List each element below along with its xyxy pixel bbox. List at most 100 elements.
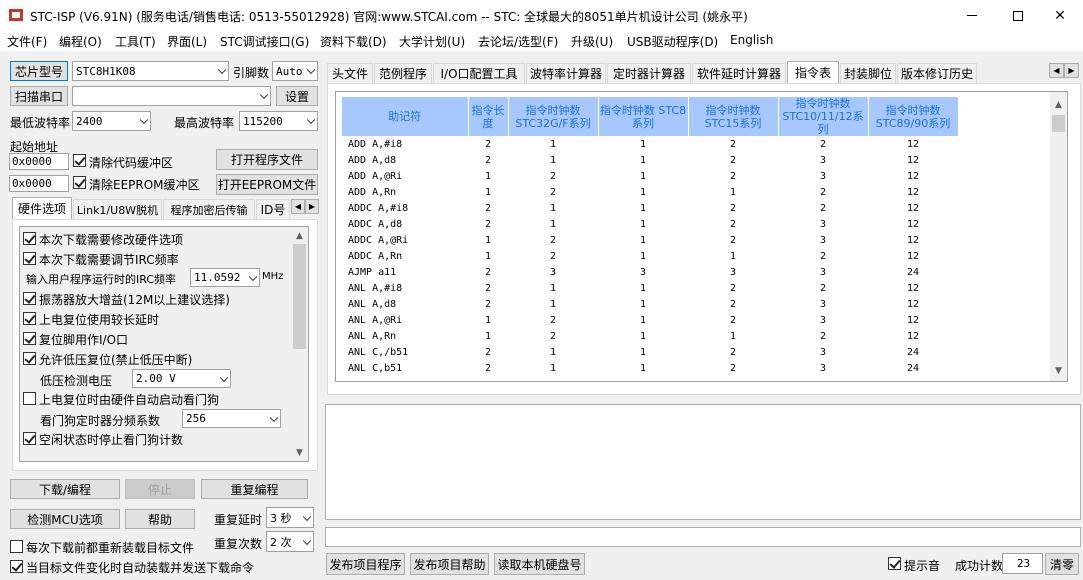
cycle-cell: 2	[819, 250, 827, 262]
chevron-up-icon[interactable]: ▲	[291, 227, 308, 244]
reload-before-download-checkbox[interactable]	[10, 540, 23, 553]
tab-delay-calc[interactable]: 软件延时计算器	[692, 63, 786, 83]
chip-model-button[interactable]: 芯片型号	[10, 61, 68, 81]
instruction-row[interactable]: ANL A,#i8 2 1 1 2 2 12	[342, 280, 958, 296]
chip-model-select[interactable]: STC8H1K08	[72, 61, 229, 81]
clear-code-checkbox[interactable]	[73, 154, 86, 167]
max-baud-select[interactable]: 115200	[239, 111, 318, 131]
chevron-down-icon[interactable]: ▼	[1050, 362, 1067, 379]
menu-university[interactable]: 大学计划(U)	[399, 33, 465, 50]
menu-english[interactable]: English	[730, 33, 773, 47]
instruction-row[interactable]: ADD A,d8 2 1 1 2 3 12	[342, 152, 958, 168]
pin-count-select[interactable]: Auto	[272, 61, 318, 81]
instruction-row[interactable]: ADDC A,d8 2 1 1 2 3 12	[342, 216, 958, 232]
tab-timer-calc[interactable]: 定时器计算器	[607, 63, 691, 83]
instruction-row[interactable]: AJMP a11 2 3 3 3 3 24	[342, 264, 958, 280]
tab-scroll-left-button[interactable]: ◀	[291, 199, 305, 214]
menu-usb-driver[interactable]: USB驱动程序(D)	[627, 33, 718, 50]
minimize-button[interactable]	[949, 0, 995, 31]
open-eeprom-button[interactable]: 打开EEPROM文件	[216, 174, 318, 195]
option-auto-watchdog-checkbox[interactable]	[23, 392, 36, 405]
instruction-row[interactable]: ANL A,d8 2 1 1 2 3 12	[342, 296, 958, 312]
menu-program[interactable]: 编程(O)	[59, 33, 102, 50]
tab-id[interactable]: ID号	[256, 199, 290, 219]
option-idle-stop-watchdog-checkbox[interactable]	[23, 432, 36, 445]
clear-eeprom-checkbox[interactable]	[73, 176, 86, 189]
repeat-count-select[interactable]: 2 次	[266, 531, 314, 552]
beep-checkbox[interactable]	[888, 557, 901, 570]
detect-mcu-button[interactable]: 检测MCU选项	[10, 509, 120, 529]
option-oscillator-gain-checkbox[interactable]	[23, 292, 36, 305]
maximize-button[interactable]	[995, 0, 1041, 31]
chevron-up-icon[interactable]: ▲	[1050, 96, 1067, 113]
menu-interface[interactable]: 界面(L)	[167, 33, 207, 50]
menu-debug[interactable]: STC调试接口(G)	[220, 33, 309, 50]
repeat-program-button[interactable]: 重复编程	[201, 479, 308, 499]
tab-scroll-right-button[interactable]: ▶	[305, 199, 319, 214]
stop-button[interactable]: 停止	[125, 479, 195, 499]
menu-forum[interactable]: 去论坛/选型(F)	[478, 33, 558, 50]
publish-program-button[interactable]: 发布项目程序	[326, 553, 405, 575]
auto-send-checkbox[interactable]	[10, 560, 23, 573]
instruction-scroll-thumb[interactable]	[1052, 115, 1065, 132]
instruction-scrollbar[interactable]: ▲ ▼	[1050, 92, 1067, 381]
menu-download-docs[interactable]: 资料下载(D)	[320, 33, 387, 50]
menu-upgrade[interactable]: 升级(U)	[571, 33, 613, 50]
option-reset-pin-io-checkbox[interactable]	[23, 332, 36, 345]
instruction-row[interactable]: ANL C,b51 2 1 1 2 3 24	[342, 360, 958, 376]
min-baud-select[interactable]: 2400	[72, 111, 151, 131]
options-scroll-thumb[interactable]	[293, 244, 306, 349]
output-log[interactable]	[325, 404, 1081, 520]
option-modify-hardware-checkbox[interactable]	[23, 232, 36, 245]
instruction-row[interactable]: ADD A,Rn 1 2 1 1 2 12	[342, 184, 958, 200]
instruction-row[interactable]: ANL A,Rn 1 2 1 1 2 12	[342, 328, 958, 344]
settings-button[interactable]: 设置	[276, 86, 318, 106]
tab-example[interactable]: 范例程序	[374, 63, 432, 83]
low-voltage-select[interactable]: 2.00 V	[132, 369, 231, 388]
serial-port-select[interactable]	[72, 86, 271, 106]
options-scrollbar[interactable]: ▲ ▼	[291, 227, 308, 461]
tab-link1[interactable]: Link1/U8W脱机	[73, 199, 162, 219]
instruction-row[interactable]: ANL C,/b51 2 1 1 2 3 24	[342, 344, 958, 360]
close-button[interactable]: ✕	[1037, 0, 1083, 31]
instruction-row[interactable]: ADDC A,@Ri 1 2 1 2 3 12	[342, 232, 958, 248]
read-disk-id-button[interactable]: 读取本机硬盘号	[494, 553, 585, 575]
code-address-input[interactable]: 0x0000	[9, 153, 69, 170]
clear-count-button[interactable]: 清零	[1045, 553, 1079, 575]
right-tab-scroll-right-button[interactable]: ▶	[1064, 63, 1079, 78]
cycle-cell: 12	[906, 170, 920, 182]
cycle-cell: 1	[484, 234, 492, 246]
scan-port-button[interactable]: 扫描串口	[10, 86, 68, 106]
tab-io-config[interactable]: I/O口配置工具	[433, 63, 525, 83]
instruction-row[interactable]: ANL A,@Ri 1 2 1 2 3 12	[342, 312, 958, 328]
instruction-row[interactable]: ADDC A,#i8 2 1 1 2 2 12	[342, 200, 958, 216]
pin-count-value: Auto	[276, 64, 303, 78]
watchdog-divider-select[interactable]: 256	[182, 409, 281, 428]
menu-file[interactable]: 文件(F)	[7, 33, 47, 50]
open-program-button[interactable]: 打开程序文件	[216, 149, 318, 170]
instruction-row[interactable]: ADDC A,Rn 1 2 1 1 2 12	[342, 248, 958, 264]
tab-hardware-options[interactable]: 硬件选项	[12, 197, 72, 219]
tab-header-file[interactable]: 头文件	[327, 63, 373, 83]
instruction-row[interactable]: ADD A,@Ri 1 2 1 2 3 12	[342, 168, 958, 184]
chevron-down-icon[interactable]: ▼	[291, 444, 308, 461]
irc-frequency-select[interactable]: 11.0592	[190, 268, 260, 287]
repeat-delay-select[interactable]: 3 秒	[266, 507, 314, 528]
instruction-row[interactable]: ADD A,#i8 2 1 1 2 2 12	[342, 136, 958, 152]
publish-help-button[interactable]: 发布项目帮助	[410, 553, 489, 575]
option-adjust-irc-checkbox[interactable]	[23, 252, 36, 265]
cycle-cell: 24	[906, 266, 920, 278]
tab-revision-history[interactable]: 版本修订历史	[897, 63, 977, 83]
tab-instruction-table[interactable]: 指令表	[787, 61, 839, 83]
cycle-cell: 1	[639, 202, 647, 214]
eeprom-address-input[interactable]: 0x0000	[9, 175, 69, 192]
right-tab-scroll-left-button[interactable]: ◀	[1049, 63, 1064, 78]
tab-baud-calc[interactable]: 波特率计算器	[526, 63, 606, 83]
menu-tools[interactable]: 工具(T)	[115, 33, 156, 50]
option-low-voltage-reset-checkbox[interactable]	[23, 352, 36, 365]
tab-package[interactable]: 封装脚位	[840, 63, 896, 83]
download-program-button[interactable]: 下载/编程	[10, 479, 120, 499]
help-button[interactable]: 帮助	[125, 509, 195, 529]
tab-encrypt[interactable]: 程序加密后传输	[163, 199, 255, 219]
option-long-reset-delay-checkbox[interactable]	[23, 312, 36, 325]
